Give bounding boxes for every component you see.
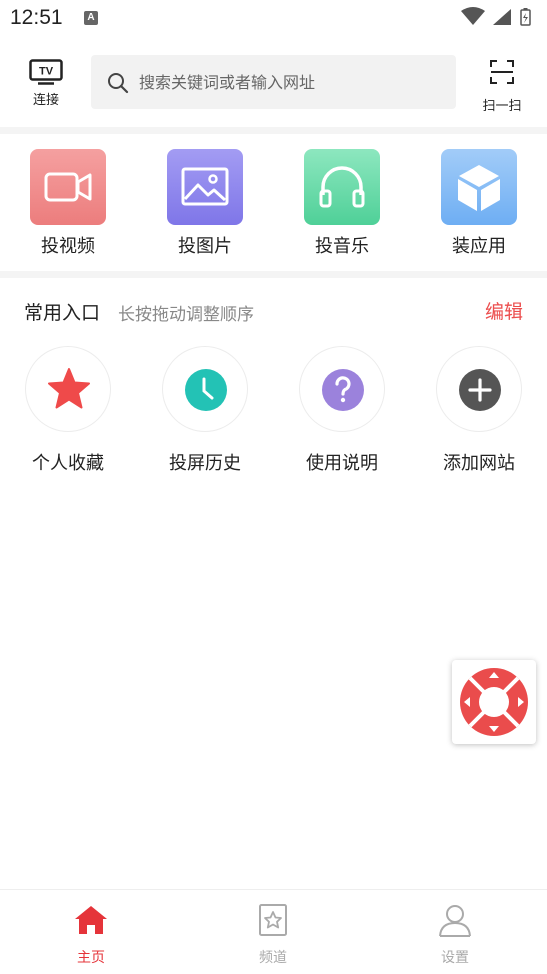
image-icon [167,149,243,225]
bottom-navigation: 主页 频道 设置 [0,889,547,974]
common-entries: 常用入口 长按拖动调整顺序 编辑 个人收藏 投屏历史 使用说明 添加网站 [0,279,547,479]
install-app-button[interactable]: 装应用 [434,149,524,258]
feature-label: 投视频 [41,236,95,256]
feature-label: 投图片 [178,236,232,256]
video-camera-icon [30,149,106,225]
cast-history-entry[interactable]: 投屏历史 [150,346,260,475]
remote-control-icon [460,668,528,736]
feature-label: 装应用 [452,236,506,256]
question-icon [299,346,385,432]
nav-label: 设置 [441,949,469,965]
divider [0,127,547,134]
headphones-icon [304,149,380,225]
search-bar[interactable] [91,55,456,109]
connect-label: 连接 [32,92,59,107]
header-bar: TV 连接 扫一扫 [0,52,547,114]
nav-home[interactable]: 主页 [46,902,136,967]
scan-icon [490,60,514,84]
tv-icon: TV [29,59,63,85]
signal-icon [493,9,511,25]
cast-video-button[interactable]: 投视频 [23,149,113,258]
cast-music-button[interactable]: 投音乐 [297,149,387,258]
favorites-entry[interactable]: 个人收藏 [13,346,123,475]
add-website-entry[interactable]: 添加网站 [424,346,534,475]
search-input[interactable] [139,55,439,109]
person-icon [439,905,471,937]
plus-icon [436,346,522,432]
clock-icon [162,346,248,432]
entry-label: 投屏历史 [169,453,241,473]
nav-channel[interactable]: 频道 [228,902,318,967]
status-time: 12:51 [10,6,63,29]
notification-a-icon: A [84,11,98,25]
section-hint: 长按拖动调整顺序 [118,305,254,324]
nav-settings[interactable]: 设置 [410,902,500,967]
scan-button[interactable]: 扫一扫 [478,56,526,113]
entry-label: 个人收藏 [32,453,104,473]
cube-icon [441,149,517,225]
scan-label: 扫一扫 [482,98,522,113]
search-icon [108,73,129,94]
divider [0,271,547,278]
wifi-icon [461,7,485,25]
feature-label: 投音乐 [315,236,369,256]
remote-control-button[interactable] [452,660,536,744]
svg-text:TV: TV [39,66,54,78]
section-title: 常用入口 [24,303,101,324]
cast-image-button[interactable]: 投图片 [160,149,250,258]
connect-button[interactable]: TV 连接 [22,56,70,112]
status-icons [461,7,531,26]
star-icon [25,346,111,432]
channel-icon [259,904,287,936]
nav-label: 频道 [259,949,287,965]
battery-icon [520,8,531,26]
cast-features: 投视频 投图片 投音乐 装应用 [0,136,547,271]
edit-button[interactable]: 编辑 [485,297,523,324]
entry-label: 使用说明 [306,453,378,473]
entry-label: 添加网站 [443,453,515,473]
user-guide-entry[interactable]: 使用说明 [287,346,397,475]
nav-label: 主页 [77,949,105,965]
status-bar: 12:51 A [0,0,547,38]
home-icon [75,906,107,934]
